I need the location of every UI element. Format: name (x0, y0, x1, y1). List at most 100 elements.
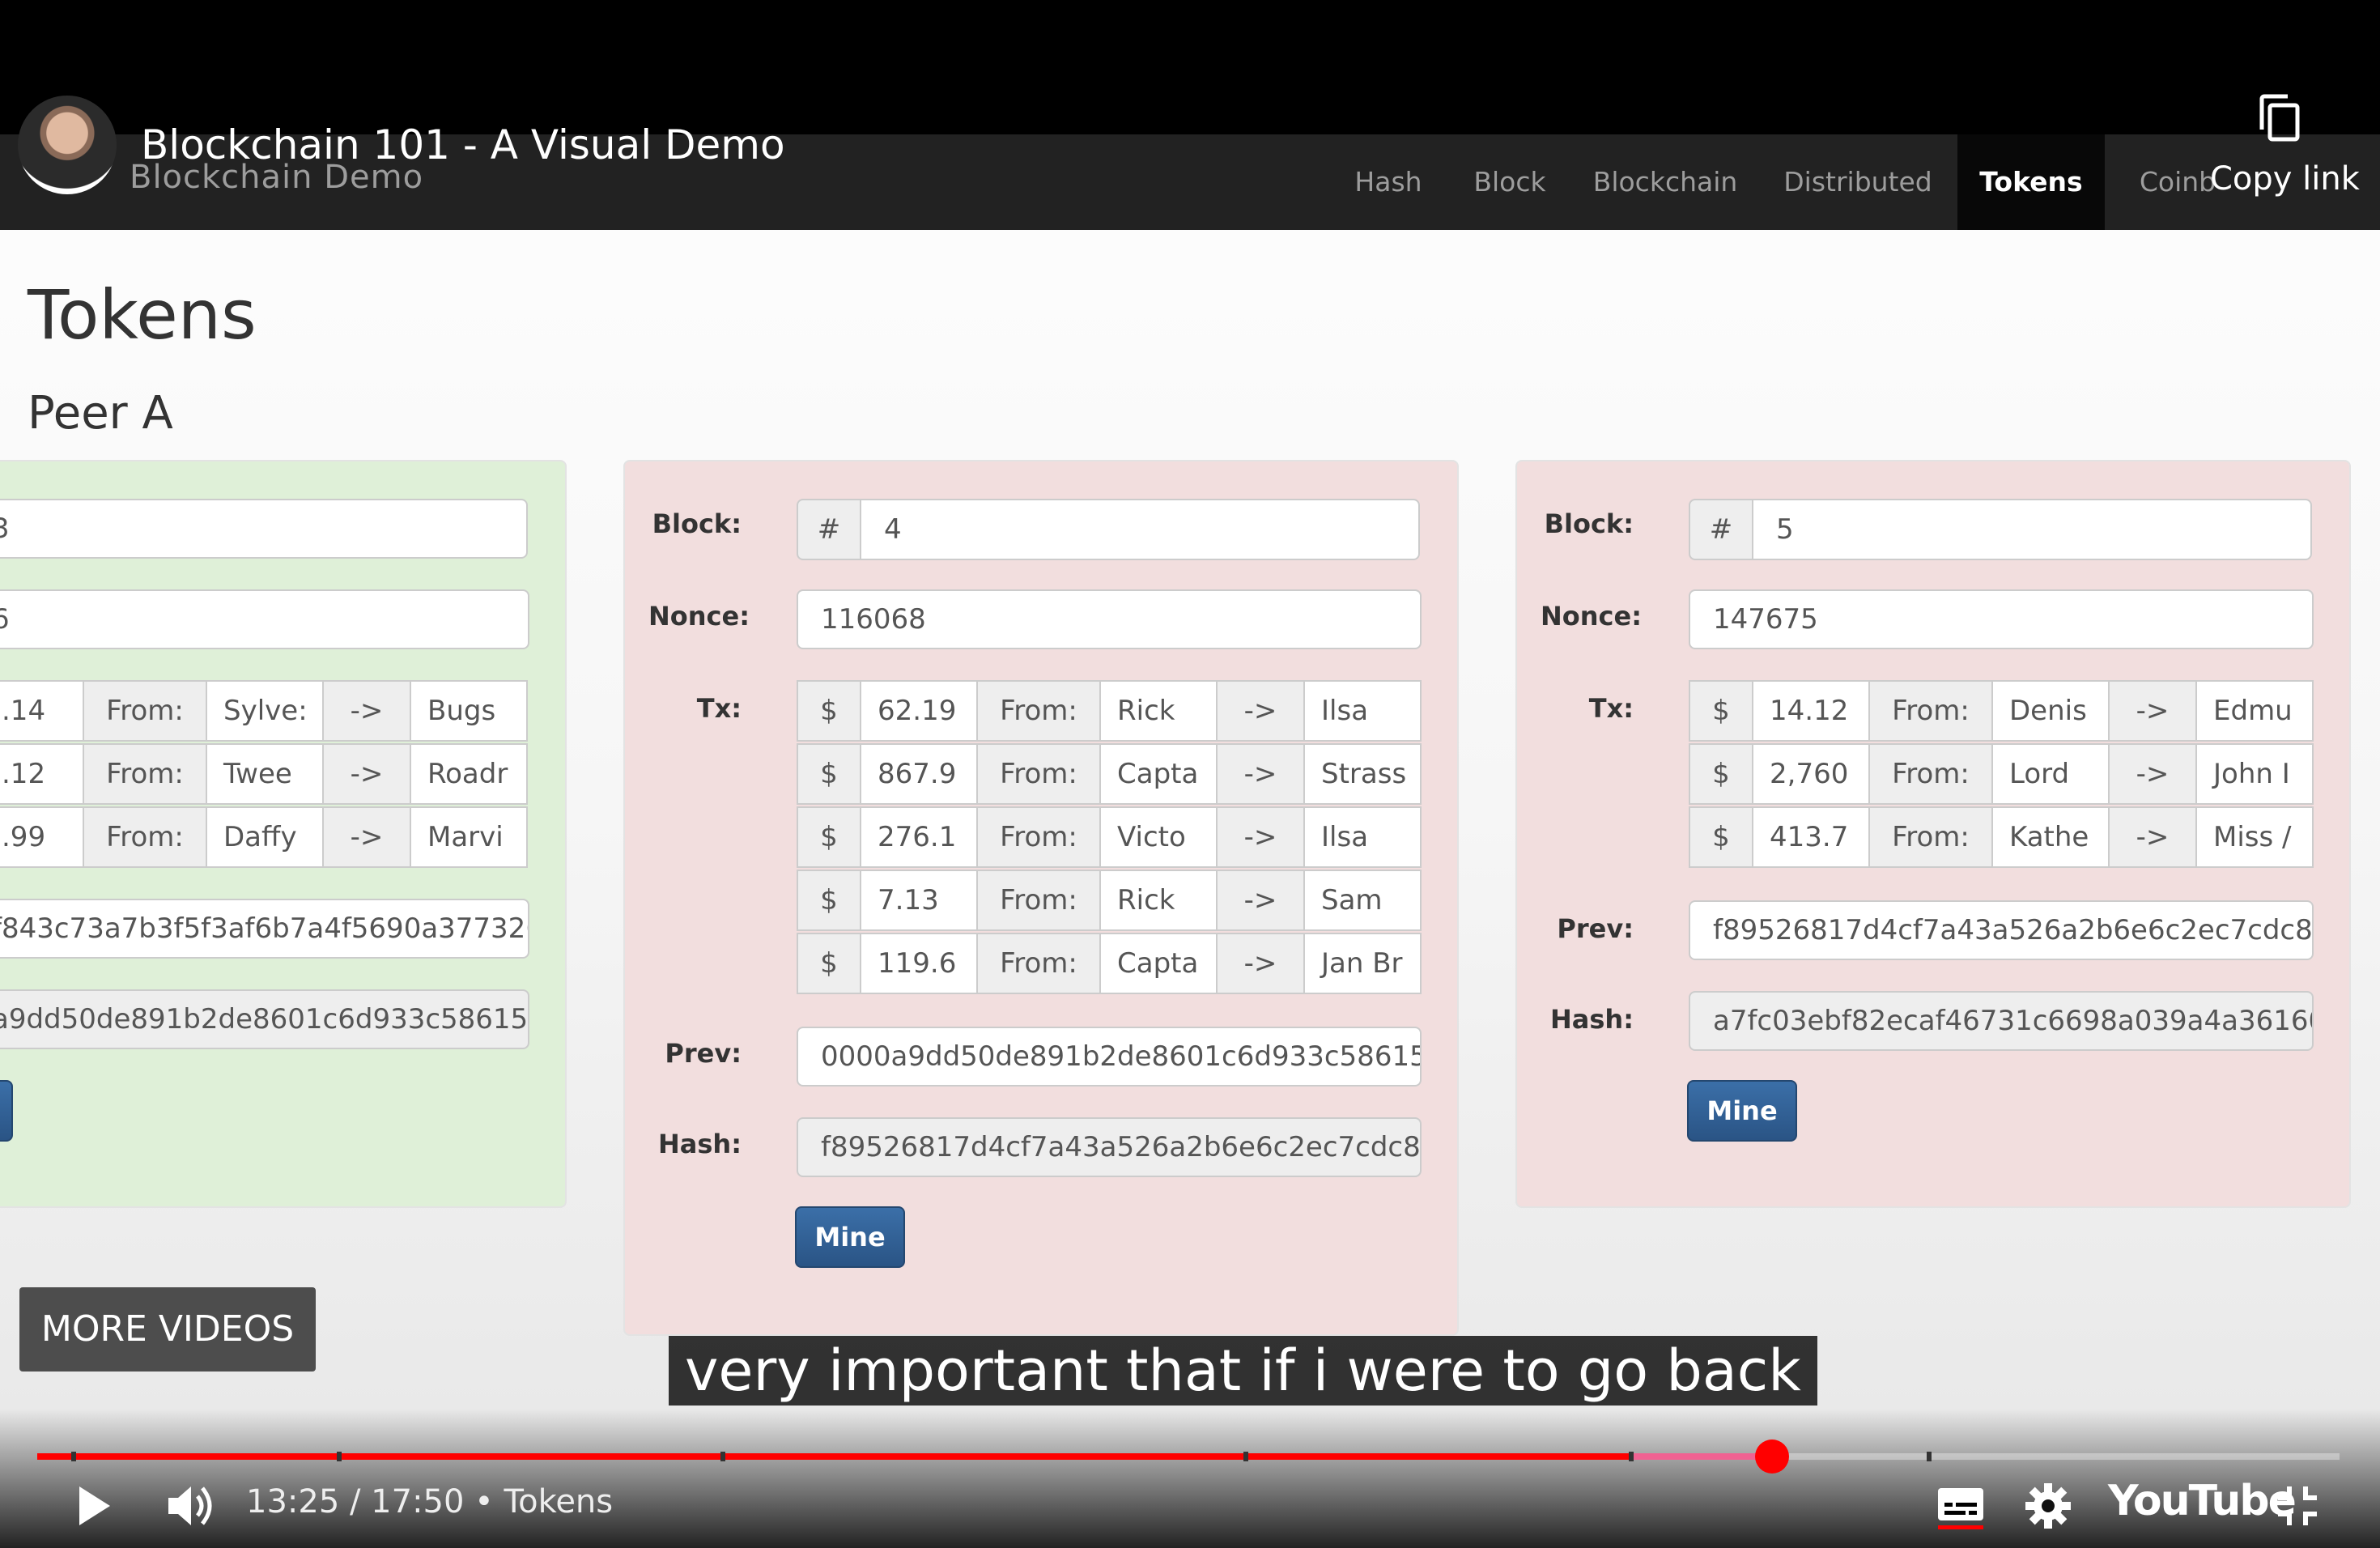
hash-sign-addon: # (1689, 499, 1753, 560)
block-label: Block: (652, 508, 742, 539)
tx-currency: $ (1689, 680, 1753, 742)
hash-output: a7fc03ebf82ecaf46731c6698a039a4a361604 (1689, 991, 2314, 1051)
tx-from[interactable]: Denis (1991, 680, 2110, 742)
tx-to[interactable]: Jan Br (1303, 933, 1422, 994)
exit-fullscreen-icon[interactable] (2275, 1483, 2320, 1529)
tx-amount[interactable]: .99 (0, 806, 84, 868)
copy-link-label[interactable]: Copy link (2210, 160, 2360, 198)
tx-from-label: From: (976, 743, 1101, 805)
nonce-label: Nonce: (1540, 601, 1642, 632)
tx-to[interactable]: Strass (1303, 743, 1422, 805)
nonce-input[interactable]: 116068 (797, 589, 1422, 649)
tx-to[interactable]: Marvi (410, 806, 528, 868)
tx-from[interactable]: Kathe (1991, 806, 2110, 868)
tx-from-label: From: (83, 743, 207, 805)
tx-amount[interactable]: .12 (0, 743, 84, 805)
tx-from-label: From: (83, 806, 207, 868)
nav-block[interactable]: Block (1457, 134, 1562, 230)
tx-to[interactable]: Bugs (410, 680, 528, 742)
prev-hash-input[interactable]: f843c73a7b3f5f3af6b7a4f5690a377326 (0, 899, 529, 959)
tx-currency: $ (797, 680, 861, 742)
tx-to[interactable]: Ilsa (1303, 680, 1422, 742)
mine-button[interactable]: Mine (795, 1206, 905, 1268)
tx-arrow: -> (322, 743, 411, 805)
tx-amount[interactable]: 2,760 (1752, 743, 1870, 805)
tx-from-label: From: (976, 933, 1101, 994)
tx-from-label: From: (83, 680, 207, 742)
hash-label: Hash: (658, 1129, 742, 1159)
tx-from[interactable]: Capta (1099, 933, 1218, 994)
tx-to[interactable]: Ilsa (1303, 806, 1422, 868)
settings-gear-icon[interactable] (2024, 1482, 2072, 1530)
prev-label: Prev: (1557, 913, 1634, 944)
chapter-marker (1927, 1452, 1932, 1461)
nonce-label: Nonce: (648, 601, 750, 632)
nav-blockchain[interactable]: Blockchain (1579, 134, 1752, 230)
tx-amount[interactable]: 14.12 (1752, 680, 1870, 742)
tx-amount[interactable]: .14 (0, 680, 84, 742)
tx-from[interactable]: Sylve: (206, 680, 324, 742)
hash-sign-addon: # (797, 499, 861, 560)
tx-from[interactable]: Rick (1099, 870, 1218, 931)
nav-tokens[interactable]: Tokens (1957, 134, 2105, 230)
tx-from[interactable]: Capta (1099, 743, 1218, 805)
tx-from-label: From: (1868, 806, 1993, 868)
tx-amount[interactable]: 413.7 (1752, 806, 1870, 868)
chapter-marker (337, 1452, 342, 1461)
subtitle-caption: very important that if i were to go back (669, 1336, 1817, 1406)
mine-button[interactable]: Mine (1687, 1080, 1797, 1142)
tx-to[interactable]: John I (2195, 743, 2314, 805)
more-videos-button[interactable]: MORE VIDEOS (19, 1287, 316, 1372)
block-number-input[interactable]: 4 (860, 499, 1420, 560)
chapter-marker (71, 1452, 76, 1461)
channel-avatar[interactable] (18, 96, 117, 194)
video-title[interactable]: Blockchain 101 - A Visual Demo (141, 121, 785, 168)
tx-currency: $ (797, 806, 861, 868)
tx-to[interactable]: Sam (1303, 870, 1422, 931)
tx-amount[interactable]: 7.13 (860, 870, 978, 931)
tx-currency: $ (797, 743, 861, 805)
nonce-input[interactable]: 6 (0, 589, 529, 649)
tx-arrow: -> (1216, 933, 1305, 994)
tx-arrow: -> (1216, 870, 1305, 931)
mine-button[interactable] (0, 1080, 13, 1142)
tx-amount[interactable]: 867.9 (860, 743, 978, 805)
prev-hash-input[interactable]: f89526817d4cf7a43a526a2b6e6c2ec7cdc86f (1689, 900, 2314, 960)
tx-from[interactable]: Lord (1991, 743, 2110, 805)
tx-from[interactable]: Twee (206, 743, 324, 805)
tx-amount[interactable]: 62.19 (860, 680, 978, 742)
nav-distributed[interactable]: Distributed (1765, 134, 1951, 230)
play-icon[interactable] (71, 1483, 117, 1529)
tx-from[interactable]: Victo (1099, 806, 1218, 868)
peer-title: Peer A (28, 387, 173, 440)
tx-currency: $ (797, 870, 861, 931)
tx-to[interactable]: Edmu (2195, 680, 2314, 742)
page-title: Tokens (28, 275, 257, 355)
tx-from-label: From: (976, 806, 1101, 868)
chapter-marker (720, 1452, 725, 1461)
tx-arrow: -> (1216, 806, 1305, 868)
tx-amount[interactable]: 119.6 (860, 933, 978, 994)
nav-hash[interactable]: Hash (1336, 134, 1441, 230)
tx-arrow: -> (1216, 743, 1305, 805)
tx-from[interactable]: Rick (1099, 680, 1218, 742)
tx-amount[interactable]: 276.1 (860, 806, 978, 868)
tx-from[interactable]: Daffy (206, 806, 324, 868)
tx-from-label: From: (976, 870, 1101, 931)
block-number-input[interactable]: 3 (0, 499, 528, 559)
tx-currency: $ (797, 933, 861, 994)
tx-to[interactable]: Roadr (410, 743, 528, 805)
progress-hover-segment (1630, 1453, 1773, 1460)
copy-icon[interactable] (2257, 94, 2302, 142)
subtitles-icon[interactable] (1936, 1485, 1985, 1530)
prev-hash-input[interactable]: 0000a9dd50de891b2de8601c6d933c586152 (797, 1027, 1422, 1087)
block-number-input[interactable]: 5 (1752, 499, 2312, 560)
tx-arrow: -> (322, 680, 411, 742)
volume-icon[interactable] (165, 1483, 217, 1529)
tx-label: Tx: (696, 693, 742, 724)
tx-to[interactable]: Miss / (2195, 806, 2314, 868)
video-frame[interactable]: Blockchain Demo Hash Block Blockchain Di… (0, 0, 2380, 1548)
nonce-input[interactable]: 147675 (1689, 589, 2314, 649)
scrubber-handle[interactable] (1755, 1440, 1789, 1474)
youtube-logo[interactable]: YouTube (2108, 1477, 2297, 1525)
